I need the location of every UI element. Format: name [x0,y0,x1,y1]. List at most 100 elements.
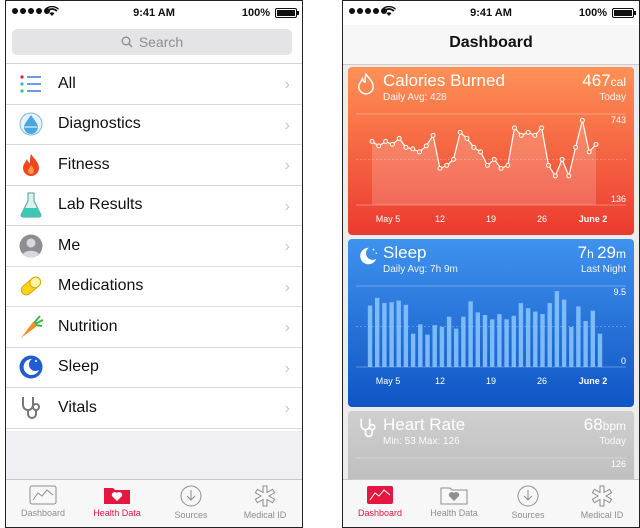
tab-label: Dashboard [357,508,403,518]
sleep-bar [418,324,423,367]
category-label: Lab Results [58,196,143,214]
sleep-bar [468,301,473,367]
category-label: Me [58,236,81,254]
calories-point [559,156,565,162]
chevron-right-icon: › [284,197,290,215]
calories-point [437,165,443,171]
tab-sources[interactable]: Sources [154,480,228,527]
calories-point [593,141,599,147]
tab-bar: Dashboard Health Data Sources Medical ID [343,479,639,527]
calories-value: 467cal [582,71,626,90]
heart-rate-card[interactable]: 126 Heart Rate Min: 53 Max: 126 68bpm To… [348,411,634,485]
battery-icon [275,8,299,18]
dashboard-icon [367,486,393,504]
category-label: Diagnostics [58,115,141,133]
sleep-bar [490,319,495,367]
status-bar: 9:41 AM 100% [343,1,639,25]
sleep-bar [461,316,466,367]
sleep-bar [497,314,502,367]
health-data-icon [104,488,130,504]
category-row-lab-results[interactable]: Lab Results › [6,186,302,226]
sleep-bar [432,325,437,367]
x-tick-label: 19 [486,214,496,224]
medical-id-icon [254,485,276,507]
calories-card[interactable]: 743 136 May 5 12 19 26 June 2 Calories Burned … [348,67,634,235]
chevron-right-icon: › [284,319,290,336]
calories-point [423,143,429,149]
calories-title: Calories Burned [383,71,505,90]
battery-percent: 100% [241,7,270,19]
category-row-fitness[interactable]: Fitness › [6,145,302,186]
tab-dashboard[interactable]: Dashboard [343,480,417,527]
sleep-bar [475,312,480,367]
sleep-bar [389,302,394,367]
calories-point [532,132,538,138]
page-title: Dashboard [449,34,533,51]
y-min-label: 136 [611,194,626,204]
tab-health-data[interactable]: Health Data [417,480,491,527]
category-label: Sleep [58,358,99,376]
calories-point [566,173,572,179]
sleep-bar [561,299,567,367]
sleep-bar [446,316,452,367]
chevron-right-icon: › [284,238,290,255]
sleep-bar [504,319,509,367]
x-tick-label: May 5 [376,214,401,224]
flask-icon [18,192,44,218]
category-row-all[interactable]: All › [6,64,302,105]
sleep-bar [425,334,430,367]
chevron-right-icon: › [284,76,290,93]
chevron-right-icon: › [284,157,290,174]
calories-point [471,144,477,150]
sleep-daily-avg: Daily Avg: 7h 9m [383,264,458,275]
tab-sources[interactable]: Sources [491,480,565,527]
sleep-bar [540,314,545,367]
category-label: All [58,74,76,92]
calories-point [376,143,382,149]
category-row-medications[interactable]: Medications › [6,267,302,307]
sleep-card[interactable]: 9.5 0 May 5 12 19 26 June 2 Sleep Daily Avg: 7… [348,239,634,407]
calories-point [505,162,511,168]
list-icon [18,71,44,97]
sleep-bar [439,326,445,367]
calories-point [430,132,436,138]
carrot-icon [18,314,44,340]
calories-point [552,173,558,179]
calories-point [478,149,484,155]
sleep-bar [511,315,516,367]
category-row-me[interactable]: Me › [6,226,302,267]
tab-bar: Dashboard Health Data Sources Medical ID [6,479,302,527]
tab-label: Health Data [93,508,141,518]
category-row-diagnostics[interactable]: Diagnostics › [6,105,302,145]
category-row-nutrition[interactable]: Nutrition › [6,307,302,348]
heart-rate-period: Today [599,436,626,447]
calories-point [498,165,504,171]
chevron-right-icon: › [284,116,290,134]
search-input[interactable]: Search [12,29,292,55]
tab-health-data[interactable]: Health Data [80,480,154,527]
tab-medical-id[interactable]: Medical ID [228,480,302,527]
dashboard-icon [29,485,57,505]
calories-point [396,135,402,141]
calories-point [546,162,551,168]
sleep-bar [396,300,401,367]
moon-icon [360,247,377,265]
search-placeholder: Search [138,34,184,50]
heart-rate-title: Heart Rate [383,415,466,434]
calories-point [573,144,579,150]
stethoscope-icon [360,418,376,438]
tab-dashboard[interactable]: Dashboard [6,480,80,527]
tab-medical-id[interactable]: Medical ID [565,480,639,527]
category-row-sleep[interactable]: Sleep › [6,348,302,388]
tab-label: Sources [511,510,545,520]
sleep-value: 7h 29m [577,243,626,262]
calories-point [457,129,463,135]
sleep-bar [569,326,574,367]
category-row-vitals[interactable]: Vitals › [6,388,302,429]
calories-point [383,138,389,144]
calories-point [417,149,422,155]
medical-id-icon [591,485,613,507]
sleep-bar [533,311,538,367]
sleep-bar [367,305,373,367]
list-background [6,431,302,479]
